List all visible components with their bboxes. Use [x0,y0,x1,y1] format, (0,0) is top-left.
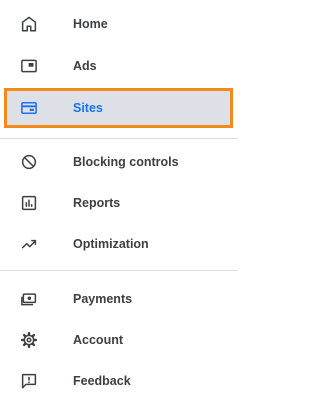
sidebar-item-label: Sites [73,101,103,115]
sidebar-item-label: Blocking controls [73,155,179,169]
trending-up-icon [20,235,38,253]
sidebar-item-label: Reports [73,196,121,210]
gear-icon [20,331,38,349]
sidebar-item-home[interactable]: Home [0,6,238,42]
sidebar-item-optimization[interactable]: Optimization [0,226,238,262]
reports-icon [20,194,38,212]
sidebar-item-label: Payments [73,292,133,306]
sidebar-item-label: Optimization [73,237,149,251]
sidebar-item-label: Ads [73,59,97,73]
sidebar-item-blocking-controls[interactable]: Blocking controls [0,144,238,180]
home-icon [20,15,38,33]
divider [0,138,238,139]
ads-icon [20,57,38,75]
block-icon [20,153,38,171]
sites-icon [20,99,38,117]
sidebar-item-reports[interactable]: Reports [0,185,238,221]
feedback-icon [20,372,38,390]
sidebar-item-payments[interactable]: Payments [0,281,238,317]
sidebar-item-ads[interactable]: Ads [0,48,238,84]
sidebar-item-sites[interactable]: Sites [0,90,238,126]
divider [0,270,238,271]
sidebar-item-label: Account [73,333,123,347]
sidebar-item-feedback[interactable]: Feedback [0,363,238,399]
sidebar-item-label: Home [73,17,108,31]
sidebar-item-account[interactable]: Account [0,322,238,358]
sidebar-nav: Home Ads Sites Blocking controls Reports [0,0,238,396]
sidebar-item-label: Feedback [73,374,131,388]
payments-icon [20,290,38,308]
